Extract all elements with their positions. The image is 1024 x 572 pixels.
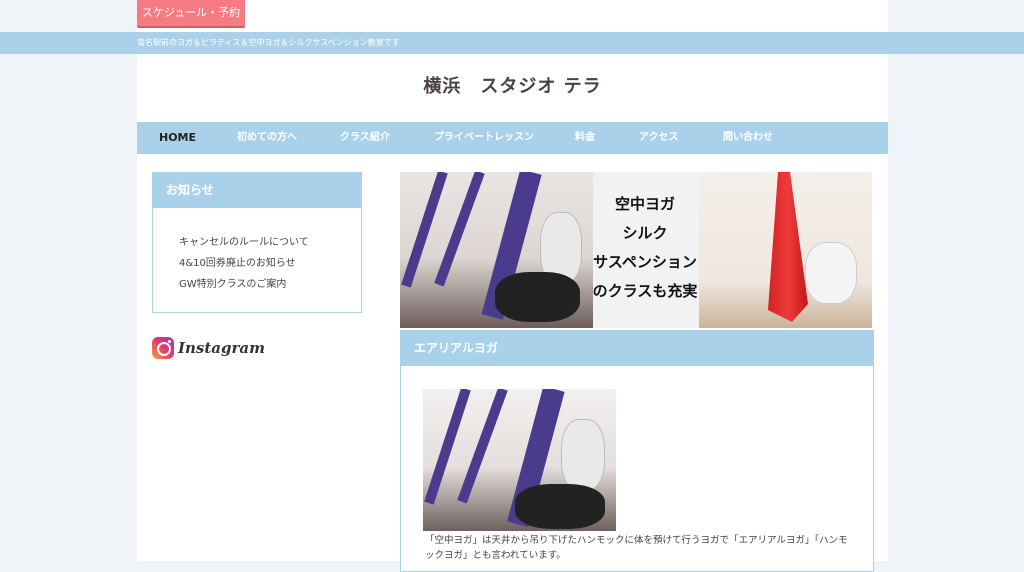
banner-line: 空中ヨガ <box>614 195 675 213</box>
site-description: 菊名駅前のヨガ＆ピラティス＆空中ヨガ＆シルクサスペンション教室です <box>137 38 400 47</box>
news-widget: お知らせ キャンセルのルールについて 4&10回券廃止のお知らせ GW特別クラス… <box>152 172 362 313</box>
nav-classes[interactable]: クラス紹介 <box>340 122 390 154</box>
news-item[interactable]: GW特別クラスのご案内 <box>179 274 361 295</box>
news-item[interactable]: キャンセルのルールについて <box>179 232 361 253</box>
yoga-person <box>805 242 857 304</box>
section-body-text: 「空中ヨガ」は天井から吊り下げたハンモックに体を預けて行うヨガで「エアリアルヨガ… <box>425 535 848 561</box>
site-title[interactable]: 横浜 スタジオ テラ <box>137 72 888 98</box>
schedule-reservation-button[interactable]: スケジュール・予約 <box>137 0 245 26</box>
news-list: キャンセルのルールについて 4&10回券廃止のお知らせ GW特別クラスのご案内 <box>153 208 361 295</box>
yoga-person <box>495 272 580 322</box>
nav-home[interactable]: HOME <box>159 122 196 154</box>
instagram-icon <box>152 337 174 359</box>
yoga-person <box>561 419 605 491</box>
banner-text: 空中ヨガ シルク サスペンション のクラスも充実 <box>570 190 720 306</box>
nav-first-time[interactable]: 初めての方へ <box>237 122 297 154</box>
aerial-yoga-section: エアリアルヨガ 「空中ヨガ」は天井から吊り下げたハンモックに体を預けて行うヨガで… <box>400 330 874 572</box>
banner-line: のクラスも充実 <box>592 282 698 300</box>
main-nav: HOME 初めての方へ クラス紹介 プライベートレッスン 料金 アクセス 問い合… <box>137 122 888 154</box>
instagram-wordmark: Instagram <box>178 339 265 357</box>
news-title: お知らせ <box>153 173 361 208</box>
nav-access[interactable]: アクセス <box>639 122 679 154</box>
instagram-link[interactable]: Instagram <box>152 334 265 362</box>
news-item[interactable]: 4&10回券廃止のお知らせ <box>179 253 361 274</box>
yoga-person <box>515 484 605 529</box>
banner-line: サスペンション <box>593 253 697 271</box>
nav-private-lesson[interactable]: プライベートレッスン <box>434 122 534 154</box>
nav-pricing[interactable]: 料金 <box>575 122 595 154</box>
banner-line: シルク <box>622 224 668 242</box>
section-title: エアリアルヨガ <box>401 331 873 366</box>
nav-contact[interactable]: 問い合わせ <box>723 122 773 154</box>
hero-banner-image: 空中ヨガ シルク サスペンション のクラスも充実 <box>400 172 872 328</box>
aerial-yoga-photo <box>423 389 616 531</box>
